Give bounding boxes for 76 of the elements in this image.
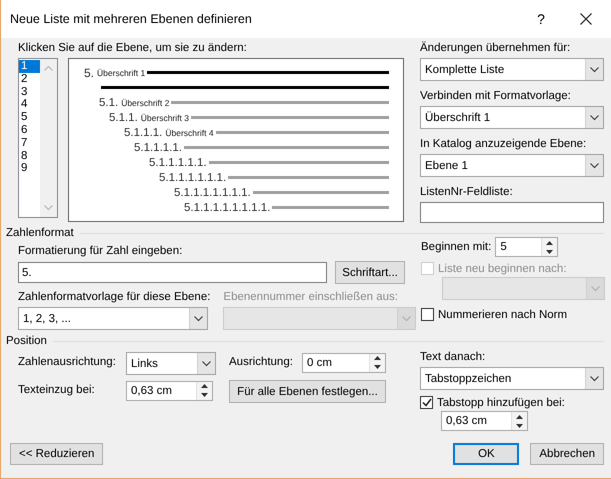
increment-button[interactable]	[512, 412, 527, 421]
preview-heading: Überschrift 4	[165, 128, 214, 138]
decrement-button[interactable]	[542, 247, 558, 256]
field-label: Text danach:	[420, 350, 486, 365]
dropdown[interactable]: Tabstoppzeichen	[420, 367, 604, 390]
checkbox-label: Nummerieren nach Norm	[438, 308, 568, 320]
preview-number: 5.1.1.1.1.1.	[149, 156, 207, 168]
preview-heading: Überschrift 2	[121, 98, 170, 108]
level-item[interactable]: 5	[19, 111, 40, 124]
level-item[interactable]: 1	[19, 60, 40, 73]
preview-heading: Überschrift 1	[97, 68, 146, 78]
level-item[interactable]: 3	[19, 86, 40, 98]
field-label: Verbinden mit Formatvorlage:	[420, 89, 572, 104]
checkmark-icon	[422, 398, 432, 407]
section-title: Position	[6, 335, 47, 347]
field-label: Ebenennummer einschließen aus:	[223, 290, 399, 305]
level-item[interactable]: 9	[19, 162, 40, 176]
help-button[interactable]: ?	[531, 11, 551, 27]
increment-button[interactable]	[542, 238, 558, 247]
increment-button[interactable]	[197, 382, 212, 390]
field-label: Ausrichtung:	[229, 355, 294, 370]
preview-number: 5.1.1.	[109, 112, 138, 124]
dialog-button[interactable]: OK	[453, 443, 520, 465]
preview-number: 5.	[84, 66, 94, 80]
increment-button[interactable]	[370, 354, 385, 362]
level-item[interactable]: 6	[19, 124, 40, 137]
decrement-button[interactable]	[512, 421, 527, 430]
preview-number: 5.1.1.1.	[124, 126, 162, 138]
up-arrow-icon	[546, 240, 554, 244]
down-arrow-icon	[201, 393, 208, 397]
checkbox-label: Liste neu beginnen nach:	[438, 262, 567, 274]
field-label: ListenNr-Feldliste:	[420, 185, 514, 200]
preview-number: 5.1.1.1.1.1.1.	[159, 172, 226, 184]
down-arrow-icon	[546, 250, 554, 254]
preview-number: 5.1.1.1.1.1.1.1.	[174, 186, 251, 198]
scroll-down-icon	[44, 205, 53, 211]
window-title: Neue Liste mit mehreren Ebenen definieren	[10, 12, 253, 26]
dropdown[interactable]: Überschrift 1	[420, 106, 604, 129]
preview-number: 5.1.	[99, 96, 118, 108]
dropdown[interactable]: Ebene 1	[420, 154, 604, 177]
scrollbar[interactable]	[40, 59, 57, 217]
dropdown[interactable]: Links	[126, 352, 216, 375]
set-all-levels-button[interactable]: Für alle Ebenen festlegen...	[229, 380, 386, 403]
down-arrow-icon	[516, 424, 523, 428]
checkbox[interactable]	[421, 308, 434, 321]
down-arrow-icon	[374, 365, 381, 369]
input-field[interactable]	[420, 202, 604, 223]
field-label: Zahlenformatvorlage für diese Ebene:	[18, 290, 210, 305]
dropdown[interactable]: 1, 2, 3, ...	[18, 307, 208, 330]
level-item[interactable]: 7	[19, 136, 40, 150]
preview-number: 5.1.1.1.1.	[134, 142, 182, 154]
preview-heading: Überschrift 3	[140, 112, 189, 122]
checkbox[interactable]	[420, 396, 433, 409]
up-arrow-icon	[516, 414, 523, 418]
section-title: Zahlenformat	[6, 227, 74, 239]
field-label: Zahlenausrichtung:	[18, 355, 117, 370]
dialog-button[interactable]: Abbrechen	[530, 443, 604, 465]
up-arrow-icon	[201, 384, 208, 388]
level-item[interactable]: 8	[19, 150, 40, 162]
levels-label: Klicken Sie auf die Ebene, um sie zu ändern:	[18, 41, 248, 56]
checkbox-label: Tabstopp hinzufügen bei:	[437, 396, 565, 408]
up-arrow-icon	[374, 356, 381, 360]
field-label: Änderungen übernehmen für:	[420, 41, 572, 56]
scroll-up-icon	[44, 65, 53, 71]
font-button[interactable]: Schriftart...	[335, 261, 405, 284]
field-label: In Katalog anzuzeigende Ebene:	[420, 137, 588, 152]
field-label: Formatierung für Zahl eingeben:	[18, 244, 184, 259]
level-item[interactable]: 2	[19, 72, 40, 86]
close-icon	[580, 13, 592, 25]
preview-number: 5.1.1.1.1.1.1.1.1.	[184, 202, 270, 214]
dropdown[interactable]: Komplette Liste	[420, 58, 604, 81]
input-field[interactable]: 5.	[18, 262, 328, 283]
field-label: Texteinzug bei:	[18, 383, 96, 398]
field-label: Beginnen mit:	[421, 240, 492, 254]
level-item[interactable]: 4	[19, 98, 40, 112]
dialog-button[interactable]: << Reduzieren	[10, 443, 104, 465]
